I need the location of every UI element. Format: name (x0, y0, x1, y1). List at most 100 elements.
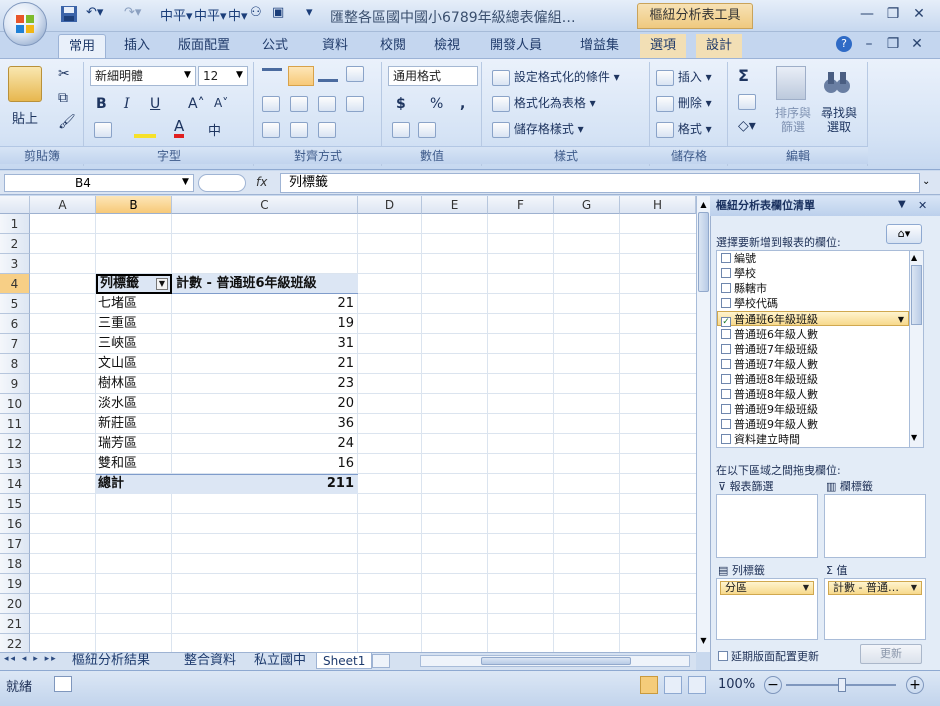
field-checkbox[interactable] (721, 389, 731, 399)
row-header[interactable]: 19 (0, 574, 30, 594)
row-field-chip[interactable]: 分區 ▼ (720, 581, 814, 595)
defer-update-option[interactable]: 延期版面配置更新 (718, 648, 819, 664)
col-header-c[interactable]: C (172, 196, 358, 214)
sheet-tab-sheet1[interactable]: Sheet1 (316, 653, 373, 669)
row-header[interactable]: 14 (0, 474, 30, 494)
field-item-selected[interactable]: ✓ 普通班6年級班級 ▼ (717, 311, 909, 327)
update-button[interactable]: 更新 (860, 644, 922, 664)
vertical-scroll-thumb[interactable] (698, 212, 709, 292)
row-header[interactable]: 1 (0, 214, 30, 234)
row-header[interactable]: 2 (0, 234, 30, 254)
field-checkbox[interactable] (721, 374, 731, 384)
field-item[interactable]: 學校代碼 (721, 296, 778, 311)
field-checkbox[interactable] (721, 253, 731, 263)
align-left-icon[interactable] (262, 96, 280, 112)
field-checkbox[interactable] (721, 434, 731, 444)
field-item[interactable]: 普通班8年級人數 (721, 387, 818, 402)
format-painter-icon[interactable]: 🖌 (58, 114, 76, 130)
row-header[interactable]: 10 (0, 394, 30, 414)
decrease-decimal-icon[interactable] (418, 122, 436, 138)
row-header[interactable]: 18 (0, 554, 30, 574)
field-checkbox[interactable] (721, 298, 731, 308)
row-header[interactable]: 4 (0, 274, 30, 294)
worksheet-grid[interactable]: A B C D E F G H 1 2 3 4 5 6 7 8 9 10 11 … (0, 196, 696, 652)
horizontal-scroll-thumb[interactable] (481, 657, 631, 665)
field-item[interactable]: 普通班8年級班級 (721, 372, 818, 387)
comma-button[interactable]: , (460, 96, 465, 112)
tab-developer[interactable]: 開發人員 (480, 34, 552, 58)
align-top-icon[interactable] (262, 68, 282, 82)
ribbon-close-icon[interactable]: ✕ (906, 34, 928, 54)
paste-icon[interactable] (8, 66, 42, 102)
number-format-select[interactable]: 通用格式 (388, 66, 478, 86)
tab-home[interactable]: 常用 (58, 34, 107, 58)
tab-add-ins[interactable]: 增益集 (570, 34, 629, 58)
percent-button[interactable]: % (430, 96, 443, 112)
field-item[interactable]: 縣轄市 (721, 281, 767, 296)
tab-formulas[interactable]: 公式 (252, 34, 298, 58)
row-header[interactable]: 16 (0, 514, 30, 534)
col-header-g[interactable]: G (554, 196, 620, 214)
scroll-up-icon[interactable]: ▲ (698, 200, 709, 209)
row-header[interactable]: 20 (0, 594, 30, 614)
undo-icon[interactable]: ↶▾ (86, 5, 103, 25)
autosum-button[interactable]: Σ (738, 66, 749, 85)
align-right-icon[interactable] (318, 96, 336, 112)
col-header-h[interactable]: H (620, 196, 696, 214)
pane-menu-icon[interactable]: ▼ (898, 199, 906, 210)
cut-icon[interactable]: ✂ (58, 66, 70, 82)
scroll-down-icon[interactable]: ▼ (698, 636, 709, 645)
col-header-f[interactable]: F (488, 196, 554, 214)
field-checkbox[interactable] (721, 329, 731, 339)
align-middle-icon[interactable] (288, 66, 314, 86)
formula-input[interactable]: 列標籤 (280, 173, 920, 193)
insert-cells-button[interactable]: 插入 ▾ (656, 68, 712, 86)
sheet-tab-pivot-result[interactable]: 樞紐分析結果 (66, 653, 157, 669)
row-header[interactable]: 3 (0, 254, 30, 274)
sheet-navigation-icons[interactable]: ◂◂ ◂ ▸ ▸▸ (4, 654, 58, 664)
cell-styles-button[interactable]: 儲存格樣式 ▾ (492, 120, 584, 138)
field-checkbox[interactable] (721, 359, 731, 369)
field-item[interactable]: 普通班6年級人數 (721, 327, 818, 342)
macro-record-icon[interactable] (54, 676, 72, 692)
quick-access-char-icon[interactable]: 中▾ (228, 5, 248, 25)
quick-access-phonetic-icon[interactable]: 中平▾ (194, 5, 227, 25)
normal-view-icon[interactable] (640, 676, 658, 694)
restore-window-icon[interactable]: ❐ (882, 4, 904, 24)
field-checkbox[interactable] (721, 283, 731, 293)
paste-button[interactable]: 貼上 (12, 108, 38, 127)
col-header-d[interactable]: D (358, 196, 422, 214)
horizontal-scrollbar[interactable] (420, 655, 690, 667)
tab-review[interactable]: 校閱 (370, 34, 416, 58)
shrink-font-button[interactable]: A˅ (214, 96, 228, 110)
row-header[interactable]: 5 (0, 294, 30, 314)
decrease-indent-icon[interactable] (262, 122, 280, 138)
row-header[interactable]: 9 (0, 374, 30, 394)
sort-filter-icon[interactable] (776, 66, 806, 100)
col-header-b[interactable]: B (96, 196, 172, 214)
font-name-dropdown-icon[interactable]: ▼ (184, 70, 191, 80)
field-list-scrollbar[interactable]: ▲ ▼ (909, 251, 923, 447)
tab-design[interactable]: 設計 (696, 34, 743, 58)
underline-button[interactable]: U (150, 96, 160, 112)
font-name-select[interactable]: 新細明體 (90, 66, 196, 86)
field-item[interactable]: 普通班9年級人數 (721, 417, 818, 432)
field-item[interactable]: 普通班9年級班級 (721, 402, 818, 417)
row-header[interactable]: 11 (0, 414, 30, 434)
currency-button[interactable]: $ (396, 96, 406, 112)
row-header[interactable]: 6 (0, 314, 30, 334)
fill-color-icon[interactable] (134, 122, 156, 138)
zoom-slider-thumb[interactable] (838, 678, 846, 692)
fill-icon[interactable] (738, 94, 756, 110)
report-filter-drop-area[interactable] (716, 494, 818, 558)
field-list[interactable]: 編號 學校 縣轄市 學校代碼 ✓ 普通班6年級班級 ▼ 普通班6年級人數 普通班7年… (716, 250, 924, 448)
row-header[interactable]: 8 (0, 354, 30, 374)
wrap-text-icon[interactable] (318, 122, 336, 138)
quick-access-format-icon[interactable]: 中平▾ (160, 5, 193, 25)
name-box-dropdown-icon[interactable]: ▼ (182, 177, 189, 187)
field-item[interactable]: 普通班7年級班級 (721, 342, 818, 357)
vertical-scrollbar[interactable]: ▲ ▼ (696, 196, 710, 652)
office-button[interactable] (3, 2, 47, 46)
align-bottom-icon[interactable] (318, 68, 338, 82)
select-all-corner[interactable] (0, 196, 30, 214)
